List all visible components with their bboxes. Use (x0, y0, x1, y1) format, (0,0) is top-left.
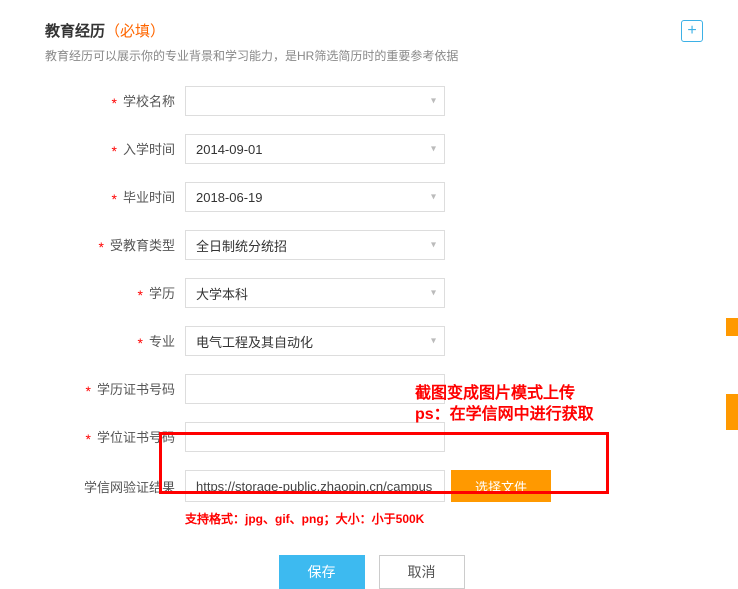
cancel-button[interactable]: 取消 (379, 555, 465, 589)
chevron-down-icon: ▾ (431, 192, 436, 203)
chevron-down-icon: ▾ (431, 96, 436, 107)
edutype-select[interactable]: 全日制统分统招▾ (185, 230, 445, 260)
degree-select[interactable]: 大学本科▾ (185, 278, 445, 308)
section-header: 教育经历（必填） + 教育经历可以展示你的专业背景和学习能力，是HR筛选简历时的… (45, 20, 698, 64)
required-tag: （必填） (105, 23, 165, 40)
label-cert-diploma: *学位证书号码 (45, 427, 185, 447)
cert-degree-input[interactable] (185, 374, 445, 404)
add-button[interactable]: + (681, 20, 703, 42)
label-school: *学校名称 (45, 91, 185, 111)
enroll-date-input[interactable]: 2014-09-01▾ (185, 134, 445, 164)
grad-date-input[interactable]: 2018-06-19▾ (185, 182, 445, 212)
side-marker-1 (726, 318, 738, 336)
label-major: *专业 (45, 331, 185, 351)
chevron-down-icon: ▾ (431, 240, 436, 251)
label-grad: *毕业时间 (45, 187, 185, 207)
school-input[interactable]: ▾ (185, 86, 445, 116)
plus-icon: + (687, 22, 696, 40)
education-form: *学校名称 ▾ *入学时间 2014-09-01▾ *毕业时间 2018-06-… (45, 86, 698, 589)
side-marker-2 (726, 394, 738, 430)
section-subtitle: 教育经历可以展示你的专业背景和学习能力，是HR筛选简历时的重要参考依据 (45, 47, 698, 64)
chevron-down-icon: ▾ (431, 288, 436, 299)
label-enroll: *入学时间 (45, 139, 185, 159)
choose-file-button[interactable]: 选择文件 (451, 470, 551, 502)
section-title: 教育经历（必填） (45, 23, 165, 40)
chsi-url-input[interactable] (185, 470, 445, 502)
chevron-down-icon: ▾ (431, 144, 436, 155)
major-select[interactable]: 电气工程及其自动化▾ (185, 326, 445, 356)
upload-hint: 支持格式：jpg、gif、png；大小：小于500K (185, 510, 698, 527)
cert-diploma-input[interactable] (185, 422, 445, 452)
save-button[interactable]: 保存 (279, 555, 365, 589)
chevron-down-icon: ▾ (431, 336, 436, 347)
label-edutype: *受教育类型 (45, 235, 185, 255)
label-degree: *学历 (45, 283, 185, 303)
label-chsi: *学信网验证结果 (45, 477, 185, 496)
label-cert-degree: *学历证书号码 (45, 379, 185, 399)
